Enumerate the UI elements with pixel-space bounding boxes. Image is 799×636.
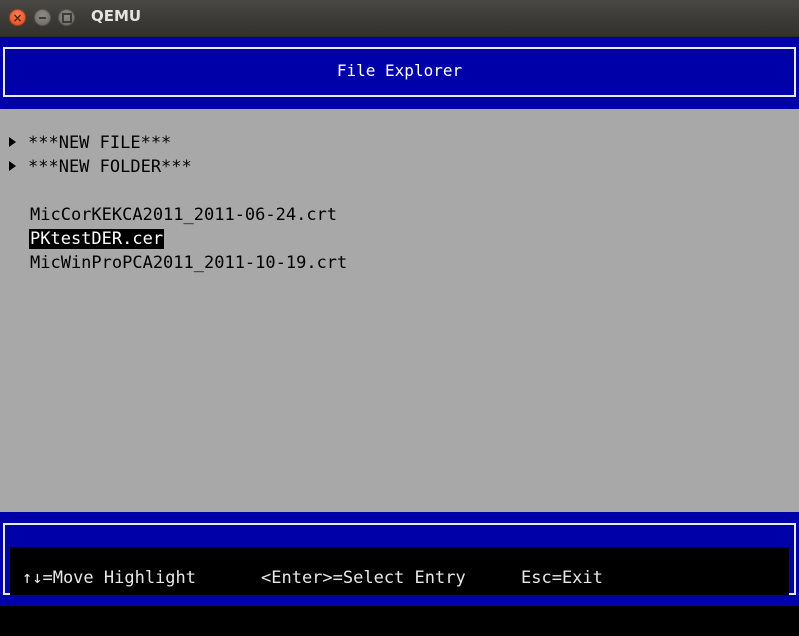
maximize-icon[interactable] [58, 9, 75, 26]
hint-move-highlight: ↑↓=Move Highlight [22, 568, 196, 588]
file-name: PKtestDER.cer [29, 229, 165, 249]
footer-hint-strip: ↑↓=Move Highlight <Enter>=Select Entry E… [10, 547, 789, 595]
vm-screen[interactable]: File Explorer ***NEW FILE*** ***NEW FOLD… [0, 37, 799, 636]
file-name: MicCorKEKCA2011_2011-06-24.crt [30, 205, 338, 225]
file-name: MicWinProPCA2011_2011-10-19.crt [30, 253, 348, 273]
footer-frame: ↑↓=Move Highlight <Enter>=Select Entry E… [3, 523, 796, 595]
new-folder-entry[interactable]: ***NEW FOLDER*** [9, 156, 192, 178]
file-entry[interactable]: MicWinProPCA2011_2011-10-19.crt [29, 252, 348, 274]
file-list-area: ***NEW FILE*** ***NEW FOLDER*** MicCorKE… [0, 109, 799, 512]
minimize-icon[interactable] [34, 9, 51, 26]
screen-bottom-margin [0, 606, 799, 636]
header-bar: File Explorer [0, 37, 799, 109]
footer-bar: ↑↓=Move Highlight <Enter>=Select Entry E… [0, 512, 799, 606]
arrow-right-icon [9, 136, 16, 147]
file-entry[interactable]: MicCorKEKCA2011_2011-06-24.crt [29, 204, 338, 226]
hint-exit: Esc=Exit [521, 568, 603, 588]
new-file-label: ***NEW FILE*** [28, 133, 172, 153]
page-title: File Explorer [336, 61, 463, 80]
new-folder-label: ***NEW FOLDER*** [28, 157, 192, 177]
title-bar[interactable]: × QEMU [0, 0, 799, 37]
new-file-entry[interactable]: ***NEW FILE*** [9, 132, 171, 154]
header-frame: File Explorer [3, 47, 796, 97]
close-glyph: × [12, 11, 23, 25]
arrow-right-icon [9, 160, 16, 171]
close-icon[interactable]: × [9, 9, 26, 26]
qemu-window: × QEMU File Explorer ***NEW FILE*** ***N… [0, 0, 799, 636]
window-title: QEMU [91, 7, 142, 25]
file-entry-selected[interactable]: PKtestDER.cer [29, 228, 165, 250]
hint-select-entry: <Enter>=Select Entry [261, 568, 466, 588]
